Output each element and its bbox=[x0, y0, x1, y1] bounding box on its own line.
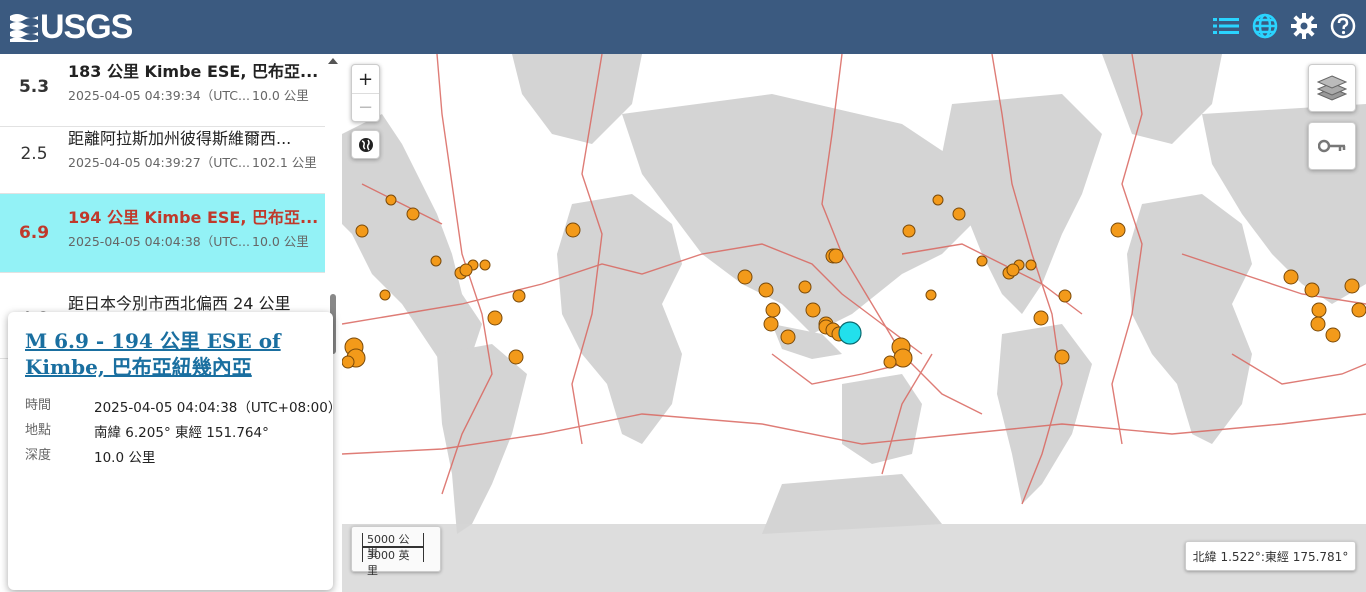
key-icon bbox=[1318, 139, 1346, 153]
quake-marker bbox=[737, 269, 753, 285]
layers-icon bbox=[1317, 75, 1347, 101]
time-label: 時間 bbox=[25, 398, 52, 413]
logo-text: USGS bbox=[40, 8, 133, 46]
quake-marker bbox=[1025, 259, 1037, 271]
depth-label: 深度 bbox=[25, 448, 52, 463]
quake-marker bbox=[1033, 310, 1049, 326]
quake-marker bbox=[487, 310, 503, 326]
quake-marker bbox=[508, 349, 524, 365]
quake-marker bbox=[976, 255, 988, 267]
quake-marker bbox=[805, 302, 821, 318]
location-label: 地點 bbox=[25, 423, 52, 438]
quake-marker bbox=[406, 207, 420, 221]
quake-marker bbox=[565, 222, 581, 238]
quake-marker bbox=[1325, 327, 1341, 343]
event-depth: 102.1 公里 bbox=[252, 155, 317, 170]
help-icon[interactable] bbox=[1329, 12, 1356, 39]
magnitude: 2.5 bbox=[20, 144, 48, 164]
quake-marker bbox=[893, 348, 913, 368]
quake-marker bbox=[430, 255, 442, 267]
scroll-up-arrow[interactable] bbox=[328, 58, 338, 64]
quake-marker bbox=[932, 194, 944, 206]
place-name: 194 公里 Kimbe ESE, 巴布亞... bbox=[68, 208, 318, 227]
selected-quake-marker bbox=[838, 321, 862, 345]
place-name: 距離阿拉斯加州彼得斯維爾西... bbox=[68, 129, 292, 148]
map-canvas bbox=[342, 54, 1366, 592]
list-item-selected[interactable]: 6.9 194 公里 Kimbe ESE, 巴布亞... 2025-04-05 … bbox=[0, 194, 325, 273]
app-header: USGS bbox=[0, 0, 1366, 54]
event-depth: 10.0 公里 bbox=[252, 234, 309, 249]
quake-marker bbox=[758, 282, 774, 298]
quake-marker bbox=[798, 280, 812, 294]
quake-marker bbox=[1304, 282, 1320, 298]
quake-marker bbox=[1344, 278, 1360, 294]
quake-marker bbox=[512, 289, 526, 303]
quake-marker bbox=[479, 259, 491, 271]
depth-value: 10.0 公里 bbox=[94, 450, 156, 466]
quake-marker bbox=[459, 263, 473, 277]
place-name: 距日本今別市西北偏西 24 公里 bbox=[68, 294, 291, 313]
gear-icon[interactable] bbox=[1290, 12, 1317, 39]
quake-marker bbox=[883, 355, 897, 369]
quake-marker bbox=[763, 316, 779, 332]
quake-marker bbox=[1058, 289, 1072, 303]
quake-marker bbox=[342, 355, 355, 369]
quake-marker bbox=[355, 224, 369, 238]
usgs-logo[interactable]: USGS bbox=[10, 8, 133, 46]
time-value: 2025-04-05 04:04:38（UTC+08:00） bbox=[94, 400, 342, 416]
place-name: 183 公里 Kimbe ESE, 巴布亞... bbox=[68, 62, 318, 81]
quake-marker bbox=[1283, 269, 1299, 285]
list-item[interactable]: 2.5 距離阿拉斯加州彼得斯維爾西... 2025-04-05 04:39:27… bbox=[0, 115, 325, 194]
scale-metric: 5000 公里 bbox=[362, 533, 424, 559]
quake-marker bbox=[1311, 302, 1327, 318]
cursor-coordinates: 北緯 1.522°:東經 175.781° bbox=[1185, 541, 1356, 571]
event-time: 2025-04-05 04:39:34（UTC... bbox=[68, 88, 250, 103]
magnitude: 6.9 bbox=[18, 223, 50, 243]
quake-marker bbox=[379, 289, 391, 301]
quake-marker bbox=[925, 289, 937, 301]
layers-button[interactable] bbox=[1308, 64, 1356, 112]
quake-marker bbox=[952, 207, 966, 221]
quake-marker bbox=[1110, 222, 1126, 238]
quake-marker bbox=[902, 224, 916, 238]
earthquake-popup: M 6.9 - 194 公里 ESE of Kimbe, 巴布亞紐幾內亞 時間 … bbox=[8, 312, 341, 590]
list-icon[interactable] bbox=[1212, 12, 1239, 39]
scale-imperial: 3000 英里 bbox=[362, 547, 424, 577]
event-time: 2025-04-05 04:39:27（UTC... bbox=[68, 155, 250, 170]
quake-marker bbox=[828, 248, 844, 264]
zoom-in-button[interactable]: + bbox=[352, 65, 379, 93]
quake-marker bbox=[1054, 349, 1070, 365]
quake-marker bbox=[385, 194, 397, 206]
event-time: 2025-04-05 04:04:38（UTC... bbox=[68, 234, 250, 249]
event-depth: 10.0 公里 bbox=[252, 88, 309, 103]
popup-title-link[interactable]: M 6.9 - 194 公里 ESE of Kimbe, 巴布亞紐幾內亞 bbox=[25, 328, 325, 380]
quake-marker bbox=[1351, 302, 1366, 318]
quake-marker bbox=[765, 302, 781, 318]
world-view-button[interactable] bbox=[351, 130, 380, 159]
map-scale: 5000 公里 3000 英里 bbox=[351, 526, 441, 577]
location-value: 南緯 6.205° 東經 151.764° bbox=[94, 425, 269, 441]
globe-icon[interactable] bbox=[1251, 12, 1278, 39]
legend-button[interactable] bbox=[1308, 122, 1356, 170]
usgs-wave-icon bbox=[10, 14, 38, 42]
quake-marker bbox=[1006, 263, 1020, 277]
zoom-out-button[interactable]: − bbox=[352, 93, 379, 121]
zoom-control: + − bbox=[351, 64, 380, 122]
quake-marker bbox=[1310, 316, 1326, 332]
quake-marker bbox=[780, 329, 796, 345]
world-map[interactable] bbox=[342, 54, 1366, 592]
globe-icon bbox=[358, 137, 373, 152]
